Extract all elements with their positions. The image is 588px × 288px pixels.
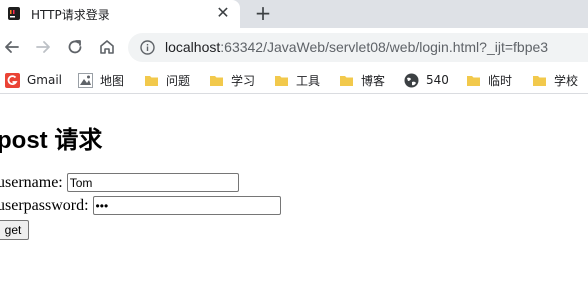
address-bar[interactable]: localhost:63342/JavaWeb/servlet08/web/lo… bbox=[128, 33, 588, 62]
bookmark-label: Gmail bbox=[27, 73, 63, 87]
folder-icon bbox=[210, 75, 223, 86]
folder-icon bbox=[467, 75, 480, 86]
bookmark-540[interactable]: 540 bbox=[404, 71, 449, 89]
username-row: username: bbox=[0, 173, 239, 192]
bookmark-folder-study[interactable]: 学习 bbox=[209, 71, 255, 89]
url-host: localhost bbox=[165, 39, 221, 55]
bookmark-label: 博客 bbox=[361, 73, 386, 88]
home-icon[interactable] bbox=[97, 37, 117, 57]
new-tab-button[interactable]: + bbox=[252, 2, 274, 24]
bookmark-label: 学习 bbox=[231, 73, 256, 88]
username-label: username: bbox=[0, 173, 63, 191]
get-button[interactable]: get bbox=[0, 220, 29, 240]
close-tab-icon[interactable]: ✕ bbox=[214, 4, 232, 22]
password-input[interactable] bbox=[92, 196, 281, 215]
bookmark-gmail[interactable]: Gmail bbox=[5, 71, 62, 89]
browser-window: HTTP请求登录 ✕ + localhost:63342/JavaWeb/ser… bbox=[0, 0, 588, 288]
url-text[interactable]: localhost:63342/JavaWeb/servlet08/web/lo… bbox=[165, 39, 548, 55]
folder-icon bbox=[533, 75, 546, 86]
gmail-icon bbox=[5, 72, 20, 88]
maps-icon bbox=[78, 72, 93, 88]
tab-strip: HTTP请求登录 ✕ + bbox=[0, 0, 588, 28]
bookmark-folder-temp[interactable]: 临时 bbox=[466, 71, 512, 89]
intellij-favicon-icon bbox=[8, 7, 20, 20]
bookmark-label: 工具 bbox=[296, 73, 321, 88]
bookmark-label: 540 bbox=[426, 73, 449, 87]
bookmarks-bar: Gmail 地图 问题 学习 工具 博客 540 临时 学校 bbox=[0, 66, 588, 94]
bookmark-folder-school[interactable]: 学校 bbox=[532, 71, 578, 89]
password-row: userpassword: bbox=[0, 196, 281, 215]
bookmark-label: 学校 bbox=[554, 73, 579, 88]
bookmark-label: 问题 bbox=[166, 73, 191, 88]
username-input[interactable] bbox=[66, 173, 239, 192]
url-path: :63342/JavaWeb/servlet08/web/login.html?… bbox=[220, 39, 549, 55]
back-arrow-icon[interactable] bbox=[2, 37, 22, 57]
folder-icon bbox=[340, 75, 353, 86]
bookmark-folder-blog[interactable]: 博客 bbox=[339, 71, 385, 89]
folder-icon bbox=[145, 75, 158, 86]
tab-title: HTTP请求登录 bbox=[31, 8, 110, 22]
bookmark-folder-questions[interactable]: 问题 bbox=[144, 71, 190, 89]
page-heading: post 请求 bbox=[0, 127, 103, 154]
reload-icon[interactable] bbox=[65, 37, 85, 57]
info-icon[interactable] bbox=[140, 40, 155, 55]
bookmark-label: 临时 bbox=[488, 73, 513, 88]
folder-icon bbox=[275, 75, 288, 86]
bookmark-maps[interactable]: 地图 bbox=[78, 71, 124, 89]
page-content: post 请求 username: userpassword: get bbox=[0, 94, 588, 288]
globe-icon bbox=[404, 73, 419, 87]
password-label: userpassword: bbox=[0, 196, 89, 214]
toolbar: localhost:63342/JavaWeb/servlet08/web/lo… bbox=[0, 28, 588, 66]
tab-active[interactable]: HTTP请求登录 ✕ bbox=[0, 0, 240, 28]
bookmark-folder-tools[interactable]: 工具 bbox=[274, 71, 320, 89]
bookmark-label: 地图 bbox=[100, 73, 125, 88]
forward-arrow-icon[interactable] bbox=[33, 37, 53, 57]
